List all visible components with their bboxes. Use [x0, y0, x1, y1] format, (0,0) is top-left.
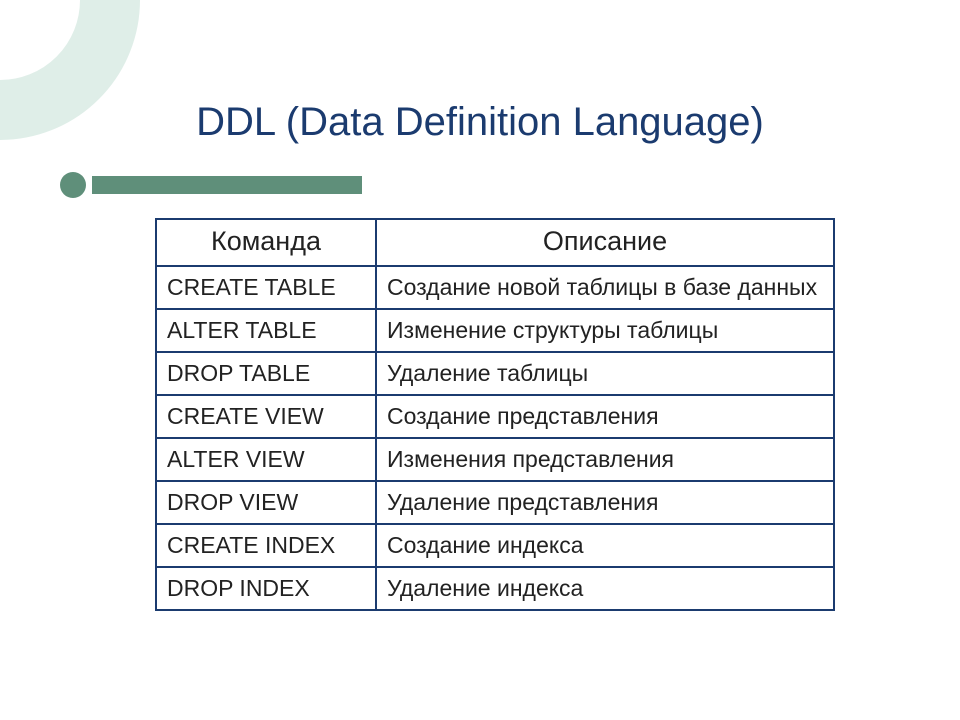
cell-description: Удаление таблицы — [376, 352, 834, 395]
cell-command: DROP INDEX — [156, 567, 376, 610]
cell-description: Удаление представления — [376, 481, 834, 524]
bullet-icon — [60, 172, 86, 198]
title-underline — [60, 172, 362, 198]
cell-description: Создание индекса — [376, 524, 834, 567]
cell-description: Изменение структуры таблицы — [376, 309, 834, 352]
table-row: DROP TABLE Удаление таблицы — [156, 352, 834, 395]
cell-command: CREATE INDEX — [156, 524, 376, 567]
ddl-table-container: Команда Описание CREATE TABLE Создание н… — [155, 218, 835, 611]
cell-command: DROP VIEW — [156, 481, 376, 524]
cell-description: Изменения представления — [376, 438, 834, 481]
header-description: Описание — [376, 219, 834, 266]
cell-command: DROP TABLE — [156, 352, 376, 395]
cell-command: CREATE VIEW — [156, 395, 376, 438]
table-row: ALTER VIEW Изменения представления — [156, 438, 834, 481]
table-row: DROP VIEW Удаление представления — [156, 481, 834, 524]
cell-description: Создание новой таблицы в базе данных — [376, 266, 834, 309]
cell-description: Удаление индекса — [376, 567, 834, 610]
cell-command: ALTER TABLE — [156, 309, 376, 352]
cell-command: CREATE TABLE — [156, 266, 376, 309]
table-row: CREATE TABLE Создание новой таблицы в ба… — [156, 266, 834, 309]
cell-description: Создание представления — [376, 395, 834, 438]
header-command: Команда — [156, 219, 376, 266]
ddl-table: Команда Описание CREATE TABLE Создание н… — [155, 218, 835, 611]
page-title: DDL (Data Definition Language) — [0, 100, 960, 145]
table-row: CREATE INDEX Создание индекса — [156, 524, 834, 567]
table-row: DROP INDEX Удаление индекса — [156, 567, 834, 610]
table-header-row: Команда Описание — [156, 219, 834, 266]
underline-bar — [92, 176, 362, 194]
table-row: ALTER TABLE Изменение структуры таблицы — [156, 309, 834, 352]
table-row: CREATE VIEW Создание представления — [156, 395, 834, 438]
cell-command: ALTER VIEW — [156, 438, 376, 481]
